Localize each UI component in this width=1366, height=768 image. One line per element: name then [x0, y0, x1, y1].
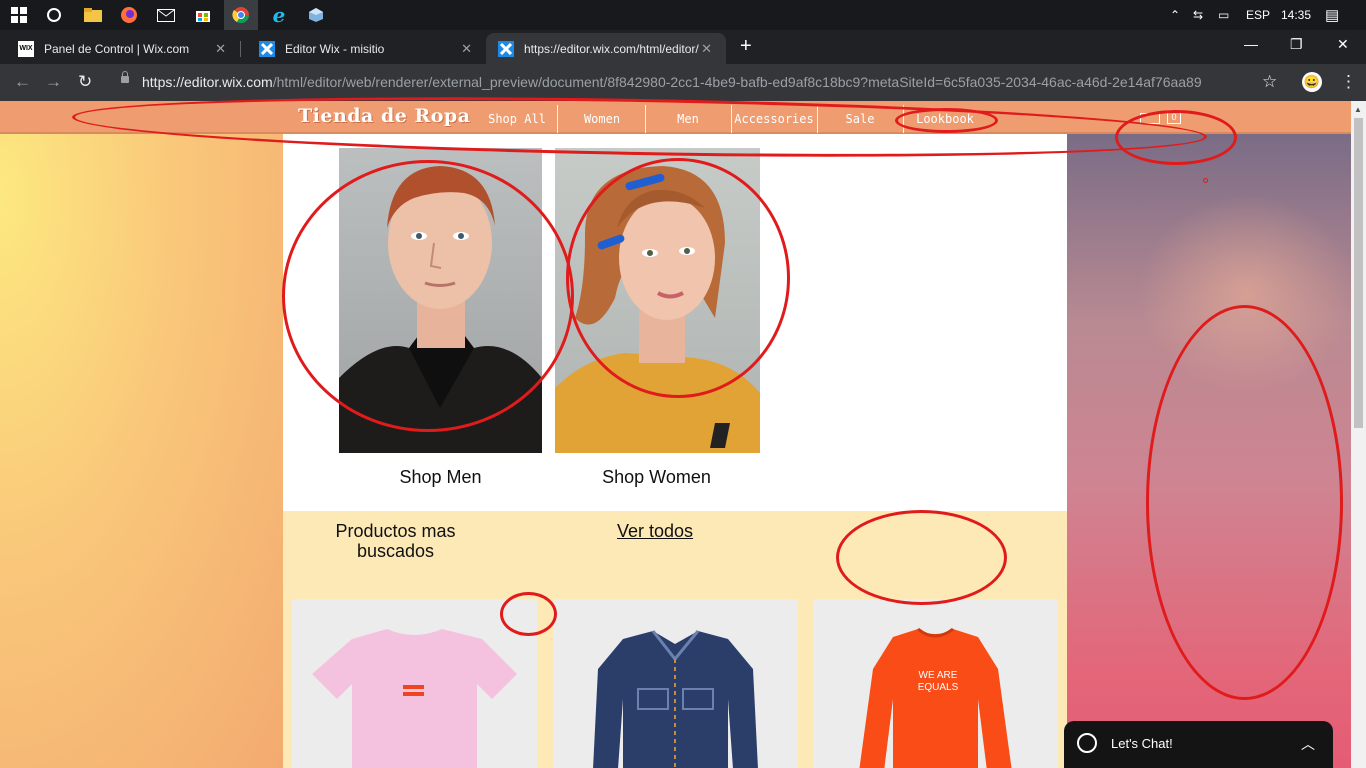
menu-shop-all[interactable]: Shop All — [486, 105, 548, 133]
tab-title: Panel de Control | Wix.com — [44, 41, 190, 56]
minimize-icon[interactable]: — — [1244, 36, 1258, 52]
tab-title: https://editor.wix.com/html/editor/web/r… — [524, 41, 699, 56]
tab-wix-editor[interactable]: Editor Wix - misitio ✕ — [241, 33, 486, 64]
background-right — [1067, 134, 1351, 768]
windows-start-icon[interactable] — [8, 4, 30, 26]
close-window-icon[interactable]: ✕ — [1337, 36, 1349, 53]
firefox-icon[interactable] — [118, 4, 140, 26]
notifications-icon[interactable]: ▤ — [1325, 6, 1339, 24]
scrollbar-thumb[interactable] — [1354, 118, 1363, 428]
background-left — [0, 134, 283, 768]
file-explorer-icon[interactable] — [82, 4, 104, 26]
cortana-icon[interactable] — [43, 4, 65, 26]
browser-tabstrip: WIX Panel de Control | Wix.com ✕ Editor … — [0, 30, 1366, 64]
close-tab-icon[interactable]: ✕ — [215, 41, 226, 57]
tab-title: Editor Wix - misitio — [285, 41, 385, 56]
menu-kebab-icon[interactable]: ⋮ — [1340, 72, 1357, 92]
shop-men-link[interactable]: Shop Men — [338, 467, 543, 488]
wix-favicon: WIX — [18, 40, 34, 57]
main-content: Shop Men Shop Women Productos mas buscad… — [283, 134, 1067, 768]
menu-accessories[interactable]: Accessories — [732, 105, 816, 133]
tab-wix-dashboard[interactable]: WIX Panel de Control | Wix.com ✕ — [0, 33, 240, 64]
view-all-link[interactable]: Ver todos — [617, 521, 693, 542]
site-logo[interactable]: Tienda de Ropa — [298, 105, 471, 127]
menu-sale[interactable]: Sale — [818, 105, 902, 133]
product-card[interactable]: WE ARE EQUALS — [813, 599, 1058, 768]
featured-products-section: Productos mas buscados Ver todos WE ARE … — [283, 511, 1067, 768]
site-preview: Tienda de Ropa Shop All Women Men Access… — [0, 101, 1351, 768]
restore-icon[interactable]: ❐ — [1290, 36, 1303, 53]
cart-icon[interactable]: 0 — [1167, 110, 1181, 124]
url-path: /html/editor/web/renderer/external_previ… — [272, 74, 1202, 90]
menu-divider — [557, 105, 558, 133]
site-header: Tienda de Ropa Shop All Women Men Access… — [0, 101, 1351, 134]
chat-label: Let's Chat! — [1111, 736, 1173, 751]
menu-lookbook[interactable]: Lookbook — [904, 105, 986, 133]
menu-women[interactable]: Women — [560, 105, 644, 133]
profile-avatar-icon[interactable]: 😀 — [1302, 72, 1322, 92]
wix-editor-icon — [498, 40, 514, 57]
back-icon[interactable]: ← — [14, 72, 31, 92]
menu-men[interactable]: Men — [646, 105, 730, 133]
login-icon[interactable] — [1140, 113, 1160, 124]
page-scrollbar[interactable]: ▲ — [1351, 101, 1366, 768]
mail-icon[interactable] — [155, 4, 177, 26]
featured-title: Productos mas buscados — [335, 521, 456, 561]
address-bar[interactable]: https://editor.wix.com/html/editor/web/r… — [142, 74, 1202, 90]
product-card[interactable] — [553, 599, 798, 768]
bookmark-star-icon[interactable]: ☆ — [1262, 72, 1277, 92]
wix-editor-icon — [259, 40, 275, 57]
chevron-up-icon[interactable]: ︿ — [1301, 734, 1315, 754]
chrome-taskbar-icon[interactable] — [224, 0, 258, 30]
browser-toolbar: ← → ↻ https://editor.wix.com/html/editor… — [0, 64, 1366, 101]
url-host: https://editor.wix.com — [142, 74, 273, 90]
product-card[interactable] — [292, 599, 537, 768]
smiley-icon — [1077, 733, 1097, 753]
cart-login-icons[interactable]: 0 — [1140, 110, 1182, 124]
scroll-up-icon[interactable]: ▲ — [1354, 105, 1362, 114]
tray-chevron-icon[interactable]: ⌃ — [1170, 8, 1180, 22]
close-tab-icon[interactable]: ✕ — [701, 41, 712, 57]
new-tab-icon[interactable]: + — [740, 35, 752, 58]
clock[interactable]: 14:35 — [1281, 8, 1311, 22]
network-icon[interactable]: ⇆ — [1193, 8, 1203, 22]
store-icon[interactable] — [192, 4, 214, 26]
app-cube-icon[interactable] — [305, 4, 327, 26]
chat-widget[interactable]: Let's Chat! ︿ — [1064, 721, 1333, 768]
forward-icon[interactable]: → — [45, 72, 62, 92]
close-tab-icon[interactable]: ✕ — [461, 41, 472, 57]
product-print-text: WE ARE EQUALS — [917, 670, 959, 693]
tab-preview-active[interactable]: https://editor.wix.com/html/editor/web/r… — [486, 33, 726, 64]
shop-women-link[interactable]: Shop Women — [554, 467, 759, 488]
internet-explorer-icon[interactable]: e — [268, 3, 290, 27]
language-indicator[interactable]: ESP — [1246, 8, 1270, 22]
photo-men[interactable] — [339, 148, 542, 453]
photo-women[interactable] — [555, 148, 760, 453]
lock-icon[interactable] — [121, 71, 129, 83]
windows-taskbar: e ⌃ ⇆ ▭ ESP 14:35 ▤ — [0, 0, 1366, 30]
reload-icon[interactable]: ↻ — [78, 72, 92, 92]
display-icon[interactable]: ▭ — [1218, 8, 1229, 22]
